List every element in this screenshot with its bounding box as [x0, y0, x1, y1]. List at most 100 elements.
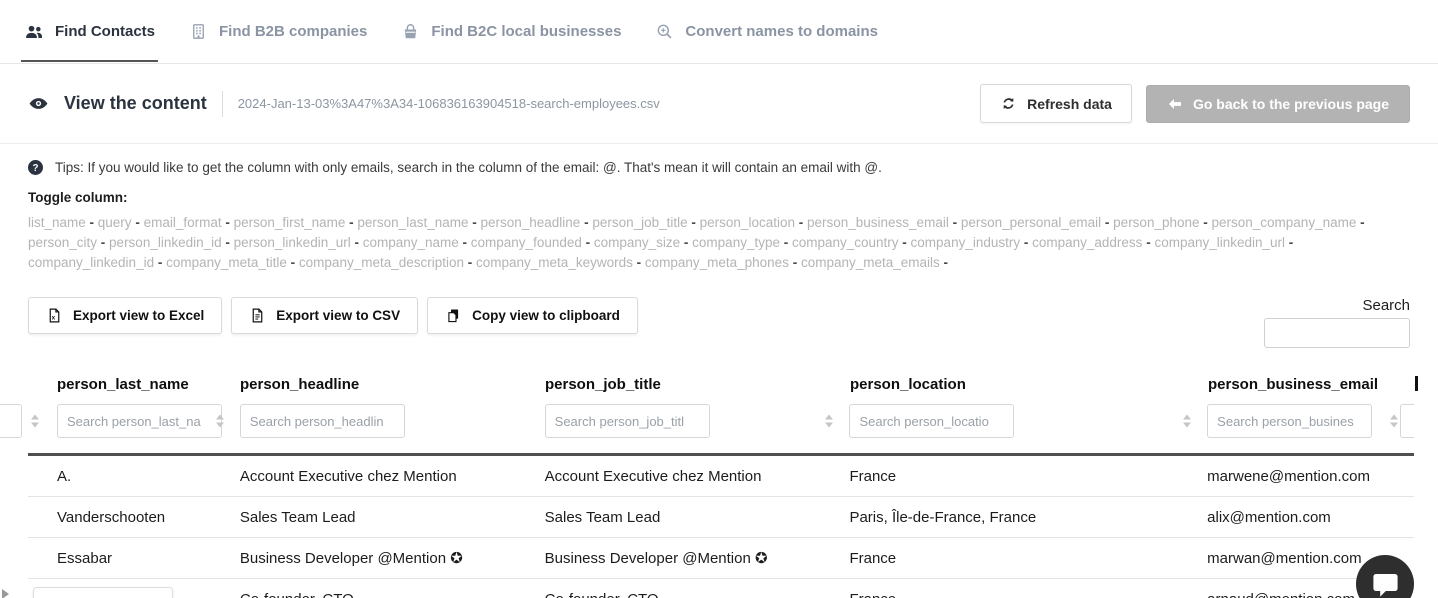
page-title: View the content — [64, 93, 207, 114]
refresh-data-button[interactable]: Refresh data — [980, 84, 1132, 123]
toggle-column-separator: - — [1101, 215, 1113, 230]
toggle-column-company_founded[interactable]: company_founded — [471, 235, 582, 250]
sort-icon[interactable] — [1390, 415, 1398, 428]
tips-row: ? Tips: If you would like to get the col… — [28, 160, 1410, 175]
toggle-column-email_format[interactable]: email_format — [144, 215, 222, 230]
toggle-column-person_business_email[interactable]: person_business_email — [807, 215, 949, 230]
back-arrow-icon — [1167, 96, 1183, 112]
refresh-data-label: Refresh data — [1027, 96, 1112, 112]
cell-person-location: France — [837, 550, 1195, 567]
toggle-column-company_type[interactable]: company_type — [692, 235, 780, 250]
toggle-column-person_last_name[interactable]: person_last_name — [357, 215, 468, 230]
export-csv-button[interactable]: Export view to CSV — [231, 297, 418, 334]
tab-find-b2b-companies[interactable]: Find B2B companies — [189, 0, 367, 63]
toggle-column-person_linkedin_url[interactable]: person_linkedin_url — [234, 235, 351, 250]
column-header-person-job-title[interactable]: person_job_title — [533, 376, 838, 396]
sort-icon[interactable] — [1183, 415, 1191, 428]
toggle-column-separator: - — [940, 255, 948, 270]
toggle-column-company_country[interactable]: company_country — [792, 235, 899, 250]
toggle-column-separator: - — [789, 255, 801, 270]
toggle-column-person_company_name[interactable]: person_company_name — [1212, 215, 1357, 230]
toggle-column-company_size[interactable]: company_size — [594, 235, 680, 250]
toggle-column-separator: - — [688, 215, 700, 230]
column-header-person-last-name[interactable]: person_last_name — [45, 376, 228, 396]
csv-file-icon — [249, 307, 266, 324]
toggle-column-person_personal_email[interactable]: person_personal_email — [961, 215, 1101, 230]
cell-person-last-name: Essabar — [45, 550, 228, 567]
toggle-column-person_linkedin_id[interactable]: person_linkedin_id — [109, 235, 222, 250]
cell-person-job-title: Sales Team Lead — [533, 509, 838, 526]
sort-icon[interactable] — [825, 415, 833, 428]
filter-person-headline — [228, 404, 533, 438]
clipped-filter-input[interactable] — [1400, 404, 1414, 438]
toolbar-left: View the content 2024-Jan-13-03%3A47%3A3… — [28, 91, 660, 117]
toggle-column-list_name[interactable]: list_name — [28, 215, 86, 230]
filter-input-person-last-name[interactable] — [57, 404, 222, 438]
sort-icon[interactable] — [31, 415, 39, 428]
copy-clipboard-button[interactable]: Copy view to clipboard — [427, 297, 638, 334]
toggle-column-person_location[interactable]: person_location — [700, 215, 795, 230]
eye-icon — [28, 93, 49, 114]
clipboard-icon — [445, 307, 462, 324]
filter-input-person-job-title[interactable] — [545, 404, 710, 438]
toggle-column-person_headline[interactable]: person_headline — [480, 215, 580, 230]
clipped-filter-input[interactable] — [0, 404, 22, 438]
toggle-column-separator: - — [459, 235, 471, 250]
column-header-person-location[interactable]: person_location — [838, 376, 1196, 396]
filter-person-business-email — [1195, 404, 1402, 438]
filter-input-person-headline[interactable] — [240, 404, 405, 438]
toggle-column-query[interactable]: query — [98, 215, 132, 230]
chat-icon — [1356, 555, 1414, 598]
toggle-column-company_meta_emails[interactable]: company_meta_emails — [801, 255, 940, 270]
cell-person-headline: Co-founder, CTO — [228, 591, 533, 598]
toggle-column-separator: - — [468, 215, 480, 230]
toggle-column-company_meta_keywords[interactable]: company_meta_keywords — [476, 255, 633, 270]
tab-find-contacts[interactable]: Find Contacts — [24, 0, 155, 63]
column-header-person-business-email[interactable]: person_business_email — [1196, 376, 1403, 396]
toggle-column-person_city[interactable]: person_city — [28, 235, 97, 250]
toggle-column-separator: - — [949, 215, 961, 230]
toggle-column-separator: - — [795, 215, 807, 230]
toggle-column-company_industry[interactable]: company_industry — [911, 235, 1021, 250]
filter-input-person-business-email[interactable] — [1207, 404, 1372, 438]
toggle-column-separator: - — [464, 255, 476, 270]
data-table: person_last_name person_headline person_… — [0, 376, 1438, 598]
chat-widget-button[interactable] — [1356, 555, 1414, 598]
toggle-column-separator: - — [1200, 215, 1212, 230]
svg-text:?: ? — [32, 163, 38, 174]
go-back-label: Go back to the previous page — [1193, 96, 1389, 112]
tab-convert-names-to-domains[interactable]: Convert names to domains — [655, 0, 878, 63]
toggle-column-company_linkedin_id[interactable]: company_linkedin_id — [28, 255, 154, 270]
cell-person-job-title: Account Executive chez Mention — [533, 468, 838, 485]
filter-person-last-name — [45, 404, 228, 438]
toggle-column-person_first_name[interactable]: person_first_name — [234, 215, 346, 230]
sort-icon[interactable] — [216, 415, 224, 428]
toggle-column-company_name[interactable]: company_name — [363, 235, 459, 250]
refresh-icon — [1000, 95, 1017, 112]
column-header-person-headline[interactable]: person_headline — [228, 376, 533, 396]
export-excel-button[interactable]: x Export view to Excel — [28, 297, 222, 334]
tab-find-b2c-local-businesses[interactable]: Find B2C local businesses — [401, 0, 621, 63]
toggle-column-company_meta_phones[interactable]: company_meta_phones — [645, 255, 789, 270]
main-content: ? Tips: If you would like to get the col… — [0, 160, 1438, 348]
toggle-column-company_meta_title[interactable]: company_meta_title — [166, 255, 287, 270]
header-partial-right — [1403, 376, 1414, 396]
cell-person-job-title: Business Developer @Mention ✪ — [533, 549, 838, 567]
tab-label: Find B2C local businesses — [431, 23, 621, 40]
filter-input-person-location[interactable] — [849, 404, 1014, 438]
toggle-column-person_job_title[interactable]: person_job_title — [592, 215, 687, 230]
global-search-input[interactable] — [1264, 318, 1410, 348]
table-header-row: person_last_name person_headline person_… — [28, 376, 1414, 396]
toggle-column-person_phone[interactable]: person_phone — [1113, 215, 1199, 230]
toggle-column-company_linkedin_url[interactable]: company_linkedin_url — [1154, 235, 1285, 250]
copy-clipboard-label: Copy view to clipboard — [472, 308, 620, 323]
export-buttons: x Export view to Excel Export view to CS… — [28, 297, 638, 334]
toggle-column-company_address[interactable]: company_address — [1032, 235, 1142, 250]
toggle-column-separator: - — [680, 235, 692, 250]
cell-person-location: France — [837, 468, 1195, 485]
users-icon — [24, 22, 44, 42]
svg-text:x: x — [52, 314, 56, 321]
toggle-column-company_meta_description[interactable]: company_meta_description — [299, 255, 464, 270]
toggle-column-separator: - — [899, 235, 911, 250]
go-back-button[interactable]: Go back to the previous page — [1146, 85, 1410, 123]
